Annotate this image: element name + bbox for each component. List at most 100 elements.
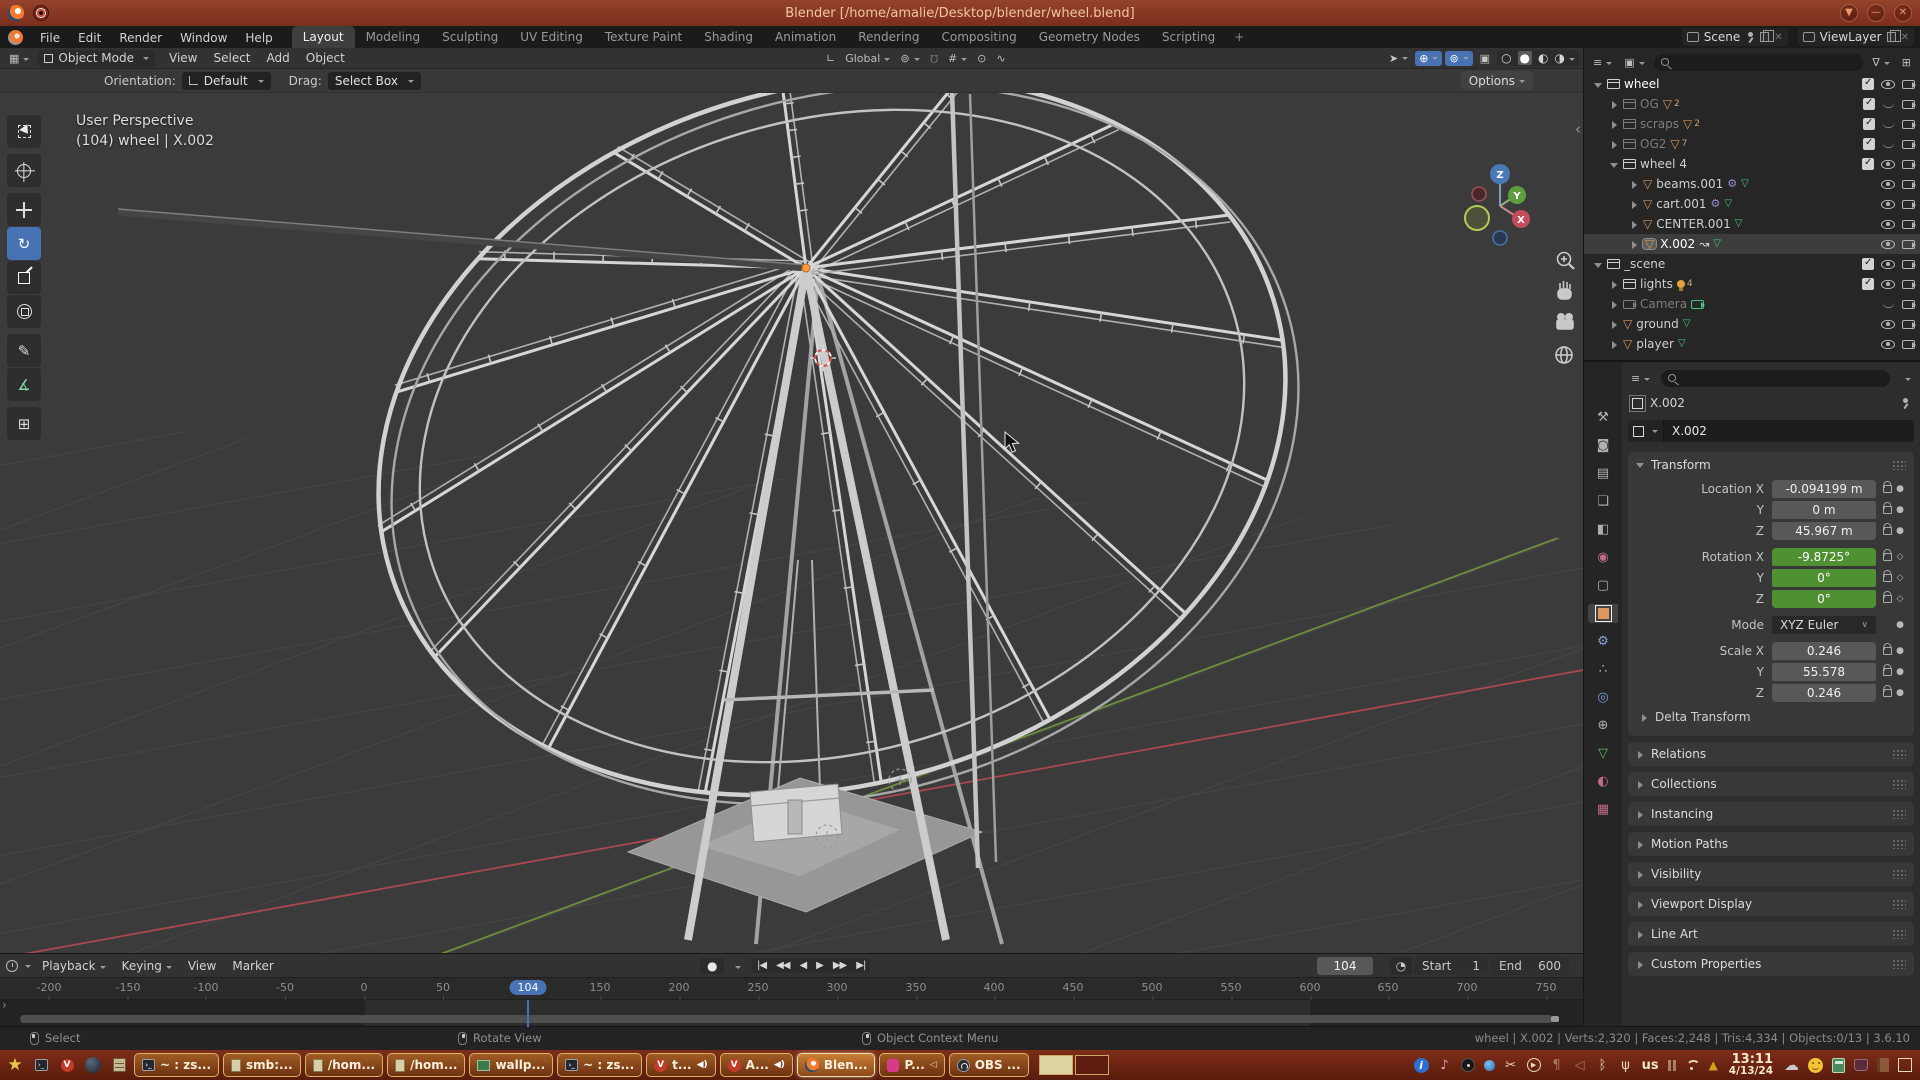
exclude-checkbox[interactable] (1862, 158, 1874, 170)
expand-icon[interactable] (1630, 220, 1639, 229)
tab-texture-paint[interactable]: Texture Paint (594, 26, 693, 48)
viewport-3d[interactable]: ▦ Object Mode View Select Add Object ∟ G… (0, 48, 1583, 953)
files-launcher-icon[interactable] (108, 1054, 130, 1076)
media-launcher-icon[interactable]: V (56, 1054, 78, 1076)
new-view-layer-icon[interactable] (1887, 32, 1896, 42)
prev-keyframe-button[interactable]: ◀◀ (771, 958, 794, 973)
outliner-row-beams001[interactable]: beams.001 (1584, 174, 1920, 194)
blue-dot-tray-icon[interactable] (1484, 1060, 1495, 1071)
hide-eye-icon[interactable] (1881, 80, 1895, 89)
expand-icon[interactable] (1630, 200, 1639, 209)
task-terminal-2[interactable]: ›_~ : zs... (557, 1053, 642, 1077)
gizmo-minus-y-highlighted[interactable] (1465, 206, 1489, 230)
tab-particles[interactable]: ∴ (1588, 660, 1618, 679)
task-media-t[interactable]: Vt...◀) (646, 1053, 715, 1077)
outliner-row-wheel[interactable]: wheel (1584, 74, 1920, 94)
panel-grip-icon[interactable] (1892, 869, 1906, 879)
lock-icon[interactable] (1883, 668, 1892, 676)
falloff-curve-icon[interactable]: ∿ (993, 51, 1008, 66)
unlink-scene-icon[interactable]: ✕ (1774, 32, 1782, 43)
expand-icon[interactable] (1610, 300, 1619, 309)
camera-view-icon[interactable] (1557, 314, 1573, 329)
animate-dot-icon[interactable]: ● (1892, 646, 1908, 656)
snap-magnet-icon[interactable]: Ω (927, 51, 941, 66)
lock-icon[interactable] (1883, 553, 1892, 561)
tab-object-active[interactable] (1588, 604, 1618, 623)
timeline-scrollbar[interactable] (20, 1015, 1553, 1023)
transform-panel-header[interactable]: Transform (1628, 452, 1914, 477)
menu-select[interactable]: Select (205, 49, 258, 67)
tab-world[interactable]: ◉ (1588, 548, 1618, 567)
editor-type-dropdown[interactable]: ▦ (6, 51, 32, 66)
frame-end-field[interactable]: End 600 (1491, 957, 1569, 975)
menu-keying[interactable]: Keying (114, 957, 180, 975)
menu-add[interactable]: Add (259, 49, 298, 67)
viewport-display-panel[interactable]: Viewport Display (1628, 892, 1914, 916)
hide-eye-icon[interactable] (1881, 220, 1895, 229)
location-x-field[interactable]: -0.094199 m (1772, 480, 1876, 498)
menu-playback[interactable]: Playback (34, 957, 114, 975)
tab-tool[interactable]: ⚒ (1588, 408, 1618, 427)
rotation-z-field-keyed[interactable]: 0° (1772, 590, 1876, 608)
animate-dot-icon[interactable]: ● (1892, 526, 1908, 536)
frame-start-field[interactable]: Start 1 (1414, 957, 1488, 975)
auto-keying-dropdown[interactable] (731, 959, 741, 973)
current-frame-indicator[interactable]: 104 (510, 980, 547, 995)
task-home-2[interactable]: /hom... (387, 1053, 465, 1077)
tool-move[interactable] (7, 193, 41, 226)
view-layer-selector[interactable]: ViewLayer ✕ (1798, 28, 1914, 46)
desktop-1-active[interactable] (1039, 1055, 1073, 1075)
info-tray-icon[interactable]: i (1414, 1058, 1429, 1073)
mode-dropdown[interactable]: Object Mode (38, 50, 155, 67)
remove-view-layer-icon[interactable]: ✕ (1901, 32, 1909, 43)
keyframe-diamond-icon[interactable]: ◇ (1892, 573, 1908, 583)
task-home-1[interactable]: /hom... (305, 1053, 383, 1077)
gizmo-minus-z[interactable] (1493, 231, 1507, 245)
hide-eye-icon[interactable] (1881, 180, 1895, 189)
task-smb[interactable]: smb:... (223, 1053, 301, 1077)
disable-render-icon[interactable] (1902, 140, 1915, 149)
location-y-field[interactable]: 0 m (1772, 501, 1876, 519)
empty-window-tray-icon[interactable] (1898, 1058, 1912, 1072)
wireframe-shading-icon[interactable]: ○ (1501, 51, 1511, 65)
tool-measure[interactable]: ∡ (7, 368, 41, 401)
expand-icon[interactable] (1610, 120, 1619, 129)
proportional-editing-icon[interactable]: ⊙ (974, 51, 989, 66)
outliner-row-player[interactable]: player (1584, 334, 1920, 354)
tab-shading[interactable]: Shading (693, 26, 764, 48)
panel-grip-icon[interactable] (1892, 959, 1906, 969)
minimize-button[interactable]: — (1867, 4, 1885, 22)
xray-toggle[interactable]: ▣ (1476, 51, 1494, 66)
object-name-field[interactable]: X.002 (1664, 420, 1914, 442)
region-collapse-icon[interactable]: ‹ (1575, 120, 1581, 138)
outliner-search-input[interactable] (1654, 54, 1864, 71)
wallet-tray-icon[interactable] (1854, 1059, 1868, 1071)
animate-dot-icon[interactable]: ● (1892, 688, 1908, 698)
tab-physics[interactable]: ◎ (1588, 688, 1618, 707)
exclude-checkbox[interactable] (1862, 78, 1874, 90)
outliner-row-center001[interactable]: CENTER.001 (1584, 214, 1920, 234)
exclude-checkbox[interactable] (1863, 118, 1875, 130)
calculator-tray-icon[interactable] (1832, 1058, 1845, 1073)
disable-render-icon[interactable] (1902, 100, 1915, 109)
pin-icon[interactable] (1745, 31, 1755, 43)
rotation-mode-dropdown[interactable]: XYZ Euler∨ (1772, 616, 1876, 634)
auto-keying-record-button[interactable]: ● (700, 958, 724, 974)
hide-eye-icon[interactable] (1881, 260, 1895, 269)
animate-dot-icon[interactable]: ● (1892, 505, 1908, 515)
task-terminal-1[interactable]: ›_~ : zs... (134, 1053, 219, 1077)
keyboard-layout-indicator[interactable]: us (1642, 1058, 1659, 1073)
disable-render-icon[interactable] (1902, 200, 1915, 209)
tab-modeling[interactable]: Modeling (355, 26, 432, 48)
animate-dot-icon[interactable]: ● (1892, 484, 1908, 494)
emoji-tray-icon[interactable] (1808, 1058, 1823, 1073)
tab-geometry-nodes[interactable]: Geometry Nodes (1028, 26, 1151, 48)
animate-dot-icon[interactable]: ● (1892, 667, 1908, 677)
menu-object[interactable]: Object (298, 49, 353, 67)
hide-eye-icon[interactable] (1881, 280, 1895, 289)
disable-render-icon[interactable] (1902, 260, 1915, 269)
task-media-a[interactable]: VA...◀) (720, 1053, 793, 1077)
lock-icon[interactable] (1883, 485, 1892, 493)
line-art-panel[interactable]: Line Art (1628, 922, 1914, 946)
menu-view[interactable]: View (161, 49, 205, 67)
